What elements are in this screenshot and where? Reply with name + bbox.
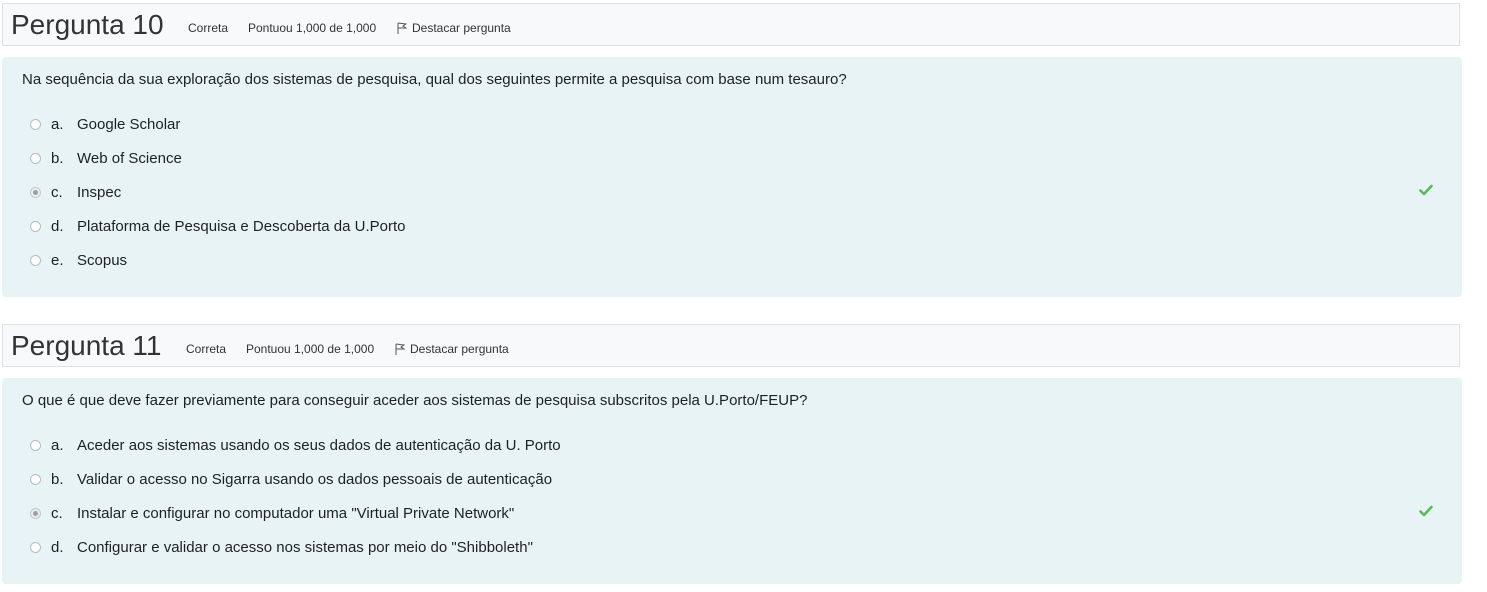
status-label: Correta bbox=[186, 342, 227, 356]
answer-option-c[interactable]: c. Inspec bbox=[30, 181, 121, 203]
answer-text: Scopus bbox=[77, 251, 128, 269]
answer-letter: c. bbox=[51, 183, 63, 201]
question-10-header: Pergunta 10 Correta Pontuou 1,000 de 1,0… bbox=[2, 3, 1460, 46]
score-label: Pontuou 1,000 de 1,000 bbox=[248, 21, 377, 35]
answer-letter: b. bbox=[51, 470, 64, 488]
question-title: Pergunta 10 bbox=[11, 9, 164, 40]
flag-question-link[interactable]: Destacar pergunta bbox=[412, 20, 511, 36]
answer-text: Inspec bbox=[77, 183, 122, 201]
status-label: Correta bbox=[188, 21, 229, 35]
radio-button[interactable] bbox=[30, 439, 41, 451]
answer-letter: b. bbox=[51, 149, 64, 167]
answer-option-d[interactable]: d. Configurar e validar o acesso nos sis… bbox=[30, 536, 533, 558]
answer-text: Instalar e configurar no computador uma … bbox=[77, 504, 515, 522]
answer-letter: e. bbox=[51, 251, 64, 269]
answer-letter: d. bbox=[51, 538, 64, 556]
answer-option-b[interactable]: b. Web of Science bbox=[30, 147, 182, 169]
answer-text: Web of Science bbox=[77, 149, 182, 167]
answer-letter: a. bbox=[51, 115, 64, 133]
question-title: Pergunta 11 bbox=[11, 330, 162, 361]
radio-button[interactable] bbox=[30, 118, 41, 130]
radio-button[interactable] bbox=[30, 254, 41, 266]
radio-button[interactable] bbox=[30, 220, 41, 232]
radio-button-selected[interactable] bbox=[30, 507, 41, 519]
question-11-header: Pergunta 11 Correta Pontuou 1,000 de 1,0… bbox=[2, 324, 1460, 367]
question-text: Na sequência da sua exploração dos siste… bbox=[22, 71, 847, 88]
question-10-body: Na sequência da sua exploração dos siste… bbox=[2, 57, 1462, 297]
answer-letter: c. bbox=[51, 504, 63, 522]
flag-icon[interactable] bbox=[397, 22, 407, 34]
check-icon bbox=[1419, 184, 1433, 196]
check-icon bbox=[1419, 505, 1433, 517]
radio-button[interactable] bbox=[30, 473, 41, 485]
question-text: O que é que deve fazer previamente para … bbox=[22, 392, 808, 409]
answer-letter: d. bbox=[51, 217, 64, 235]
score-label: Pontuou 1,000 de 1,000 bbox=[246, 342, 375, 356]
answer-option-a[interactable]: a. Google Scholar bbox=[30, 113, 180, 135]
flag-question-link[interactable]: Destacar pergunta bbox=[410, 341, 509, 357]
answer-option-b[interactable]: b. Validar o acesso no Sigarra usando os… bbox=[30, 468, 552, 490]
answer-option-e[interactable]: e. Scopus bbox=[30, 249, 127, 271]
answer-option-a[interactable]: a. Aceder aos sistemas usando os seus da… bbox=[30, 434, 561, 456]
flag-icon[interactable] bbox=[395, 343, 405, 355]
radio-button-selected[interactable] bbox=[30, 186, 41, 198]
radio-button[interactable] bbox=[30, 541, 41, 553]
radio-button[interactable] bbox=[30, 152, 41, 164]
answer-text: Plataforma de Pesquisa e Descoberta da U… bbox=[77, 217, 406, 235]
answer-option-d[interactable]: d. Plataforma de Pesquisa e Descoberta d… bbox=[30, 215, 406, 237]
question-11-body: O que é que deve fazer previamente para … bbox=[2, 378, 1462, 584]
answer-letter: a. bbox=[51, 436, 64, 454]
answer-option-c[interactable]: c. Instalar e configurar no computador u… bbox=[30, 502, 514, 524]
answer-text: Google Scholar bbox=[77, 115, 181, 133]
answer-text: Validar o acesso no Sigarra usando os da… bbox=[77, 470, 553, 488]
answer-text: Configurar e validar o acesso nos sistem… bbox=[77, 538, 533, 556]
answer-text: Aceder aos sistemas usando os seus dados… bbox=[77, 436, 561, 454]
